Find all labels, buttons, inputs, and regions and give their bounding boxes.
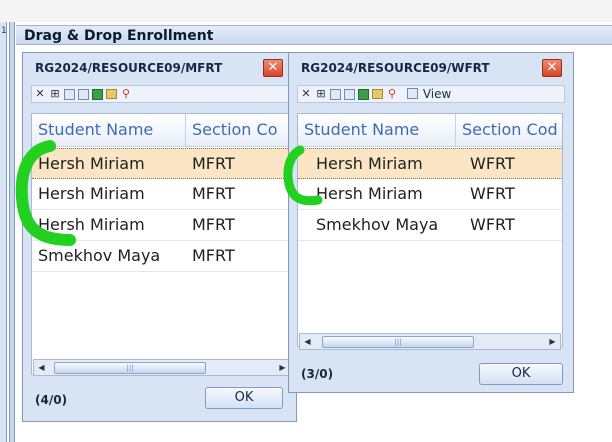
section-code-cell: WFRT <box>470 184 515 203</box>
column-header-student-name[interactable]: Student Name <box>32 114 186 146</box>
table-row[interactable]: Hersh Miriam MFRT <box>32 179 292 210</box>
right-close-button[interactable]: ✕ <box>542 59 562 77</box>
print-icon[interactable] <box>372 89 383 99</box>
grid-icon[interactable]: ⊞ <box>315 88 327 100</box>
table-row[interactable]: Hersh Miriam WFRT <box>298 148 562 179</box>
table-row[interactable]: Hersh Miriam WFRT <box>298 179 562 210</box>
right-scroll-thumb[interactable]: ||| <box>322 336 474 348</box>
view-label: View <box>422 87 452 101</box>
right-ok-button[interactable]: OK <box>479 363 563 385</box>
left-close-button[interactable]: ✕ <box>263 59 283 77</box>
view-icon <box>407 88 418 99</box>
section-code-cell: MFRT <box>192 184 235 203</box>
left-scroll-thumb[interactable]: ||| <box>54 362 206 374</box>
student-name-cell: Smekhov Maya <box>38 246 161 265</box>
right-record-count: (3/0) <box>301 367 334 381</box>
section-code-cell: MFRT <box>192 154 235 173</box>
grid-icon[interactable]: ⊞ <box>49 88 61 100</box>
close-icon: ✕ <box>267 60 279 75</box>
column-header-section-code[interactable]: Section Cod <box>456 114 562 146</box>
close-icon: ✕ <box>546 60 558 75</box>
student-name-cell: Hersh Miriam <box>316 184 423 203</box>
left-edge-panel <box>0 22 7 442</box>
scroll-left-icon[interactable]: ◀ <box>34 360 49 375</box>
window-title: Drag & Drop Enrollment <box>16 25 612 45</box>
export-icon[interactable] <box>330 89 341 100</box>
right-horizontal-scrollbar[interactable]: ◀ ||| ▶ <box>299 333 561 350</box>
table-row[interactable]: Hersh Miriam MFRT <box>32 148 292 179</box>
grip-icon: ||| <box>126 364 134 372</box>
side-marker: 1 <box>1 26 7 36</box>
student-name-cell: Smekhov Maya <box>316 215 439 234</box>
right-section-dialog: RG2024/RESOURCE09/WFRT ✕ ✕ ⊞ ⚲ View Studen… <box>288 52 574 393</box>
section-code-cell: WFRT <box>470 154 515 173</box>
search-icon[interactable]: ⚲ <box>386 88 398 100</box>
table-row[interactable]: Hersh Miriam MFRT <box>32 210 292 241</box>
right-grid-header: Student Name Section Cod <box>298 114 562 147</box>
table-row[interactable]: Smekhov Maya WFRT <box>298 210 562 241</box>
left-ok-button[interactable]: OK <box>205 387 283 409</box>
grip-icon: ||| <box>394 338 402 346</box>
student-name-cell: Hersh Miriam <box>38 154 145 173</box>
page-icon[interactable] <box>344 89 355 100</box>
section-code-cell: MFRT <box>192 215 235 234</box>
delete-icon[interactable]: ✕ <box>300 88 312 100</box>
left-student-grid: Student Name Section Co Hersh Miriam MFR… <box>31 113 293 375</box>
left-section-dialog: RG2024/RESOURCE09/MFRT ✕ ✕ ⊞ ⚲ Student Nam… <box>22 52 297 422</box>
excel-icon[interactable] <box>358 89 369 100</box>
table-row[interactable]: Smekhov Maya MFRT <box>32 241 292 272</box>
top-strip <box>0 0 612 22</box>
left-grid-header: Student Name Section Co <box>32 114 292 147</box>
right-student-grid: Student Name Section Cod Hersh Miriam WF… <box>297 113 563 347</box>
left-toolbar: ✕ ⊞ ⚲ <box>31 85 291 103</box>
column-header-section-code[interactable]: Section Co <box>186 114 292 146</box>
left-horizontal-scrollbar[interactable]: ◀ ||| ▶ <box>33 359 291 376</box>
print-icon[interactable] <box>106 89 117 99</box>
section-code-cell: MFRT <box>192 246 235 265</box>
student-name-cell: Hersh Miriam <box>316 154 423 173</box>
right-toolbar: ✕ ⊞ ⚲ View <box>297 85 565 103</box>
left-dialog-title: RG2024/RESOURCE09/MFRT <box>35 61 223 75</box>
scroll-left-icon[interactable]: ◀ <box>300 334 315 349</box>
page-icon[interactable] <box>78 89 89 100</box>
left-edge-splitter[interactable] <box>9 22 15 442</box>
left-record-count: (4/0) <box>35 393 68 407</box>
right-dialog-title: RG2024/RESOURCE09/WFRT <box>301 61 490 75</box>
excel-icon[interactable] <box>92 89 103 100</box>
export-icon[interactable] <box>64 89 75 100</box>
section-code-cell: WFRT <box>470 215 515 234</box>
column-header-student-name[interactable]: Student Name <box>298 114 456 146</box>
scroll-right-icon[interactable]: ▶ <box>545 334 560 349</box>
view-button[interactable]: View <box>405 86 451 102</box>
student-name-cell: Hersh Miriam <box>38 215 145 234</box>
delete-icon[interactable]: ✕ <box>34 88 46 100</box>
student-name-cell: Hersh Miriam <box>38 184 145 203</box>
search-icon[interactable]: ⚲ <box>120 88 132 100</box>
